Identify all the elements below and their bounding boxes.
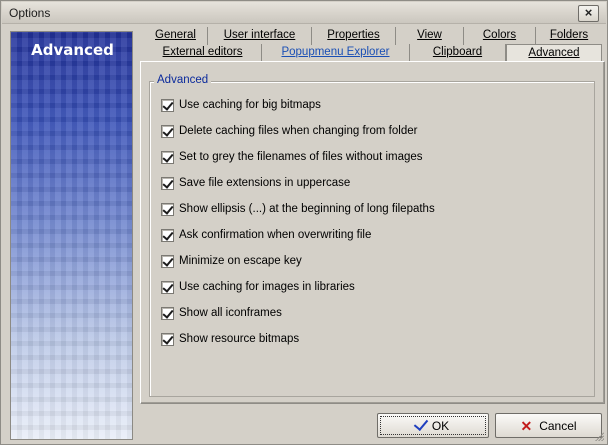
title-bar: Options × [2, 2, 606, 24]
checkmark-icon [413, 415, 429, 432]
x-icon: ✕ [520, 417, 533, 434]
option-row[interactable]: Ask confirmation when overwriting file [161, 228, 371, 242]
checkbox[interactable] [161, 254, 174, 268]
checkbox[interactable] [161, 176, 174, 190]
checkbox[interactable] [161, 306, 174, 320]
tab-external-editors[interactable]: External editors [144, 44, 262, 62]
option-row[interactable]: Show resource bitmaps [161, 332, 299, 346]
tab-popupmenu-explorer[interactable]: Popupmenu Explorer [262, 44, 410, 62]
tab-folders[interactable]: Folders [536, 27, 602, 45]
tab-clipboard[interactable]: Clipboard [410, 44, 506, 62]
resize-grip-icon[interactable] [594, 431, 604, 441]
option-row[interactable]: Show all iconframes [161, 306, 282, 320]
tab-properties[interactable]: Properties [312, 27, 396, 45]
window-title: Options [9, 6, 51, 20]
tab-general[interactable]: General [144, 27, 208, 45]
group-label: Advanced [154, 74, 212, 86]
checkbox[interactable] [161, 202, 174, 216]
option-row[interactable]: Save file extensions in uppercase [161, 176, 350, 190]
tab-colors[interactable]: Colors [464, 27, 536, 45]
option-row[interactable]: Set to grey the filenames of files witho… [161, 150, 423, 164]
banner-title: Advanced [31, 41, 114, 59]
option-row[interactable]: Use caching for big bitmaps [161, 98, 321, 112]
option-row[interactable]: Show ellipsis (...) at the beginning of … [161, 202, 435, 216]
ok-button[interactable]: OK [377, 413, 489, 438]
checkbox[interactable] [161, 98, 174, 112]
option-row[interactable]: Use caching for images in libraries [161, 280, 355, 294]
close-button[interactable]: × [578, 5, 599, 22]
checkbox[interactable] [161, 280, 174, 294]
checkbox[interactable] [161, 228, 174, 242]
option-row[interactable]: Minimize on escape key [161, 254, 302, 268]
close-icon: × [584, 5, 593, 20]
checkbox[interactable] [161, 124, 174, 138]
tab-user-interface[interactable]: User interface [208, 27, 312, 45]
tab-view[interactable]: View [396, 27, 464, 45]
option-row[interactable]: Delete caching files when changing from … [161, 124, 417, 138]
options-window: Options × Advanced General User interfac… [0, 0, 608, 445]
cancel-button[interactable]: ✕ Cancel [495, 413, 602, 438]
checkbox[interactable] [161, 332, 174, 346]
tab-advanced[interactable]: Advanced [506, 44, 602, 62]
checkbox[interactable] [161, 150, 174, 164]
side-banner: Advanced [10, 31, 133, 440]
